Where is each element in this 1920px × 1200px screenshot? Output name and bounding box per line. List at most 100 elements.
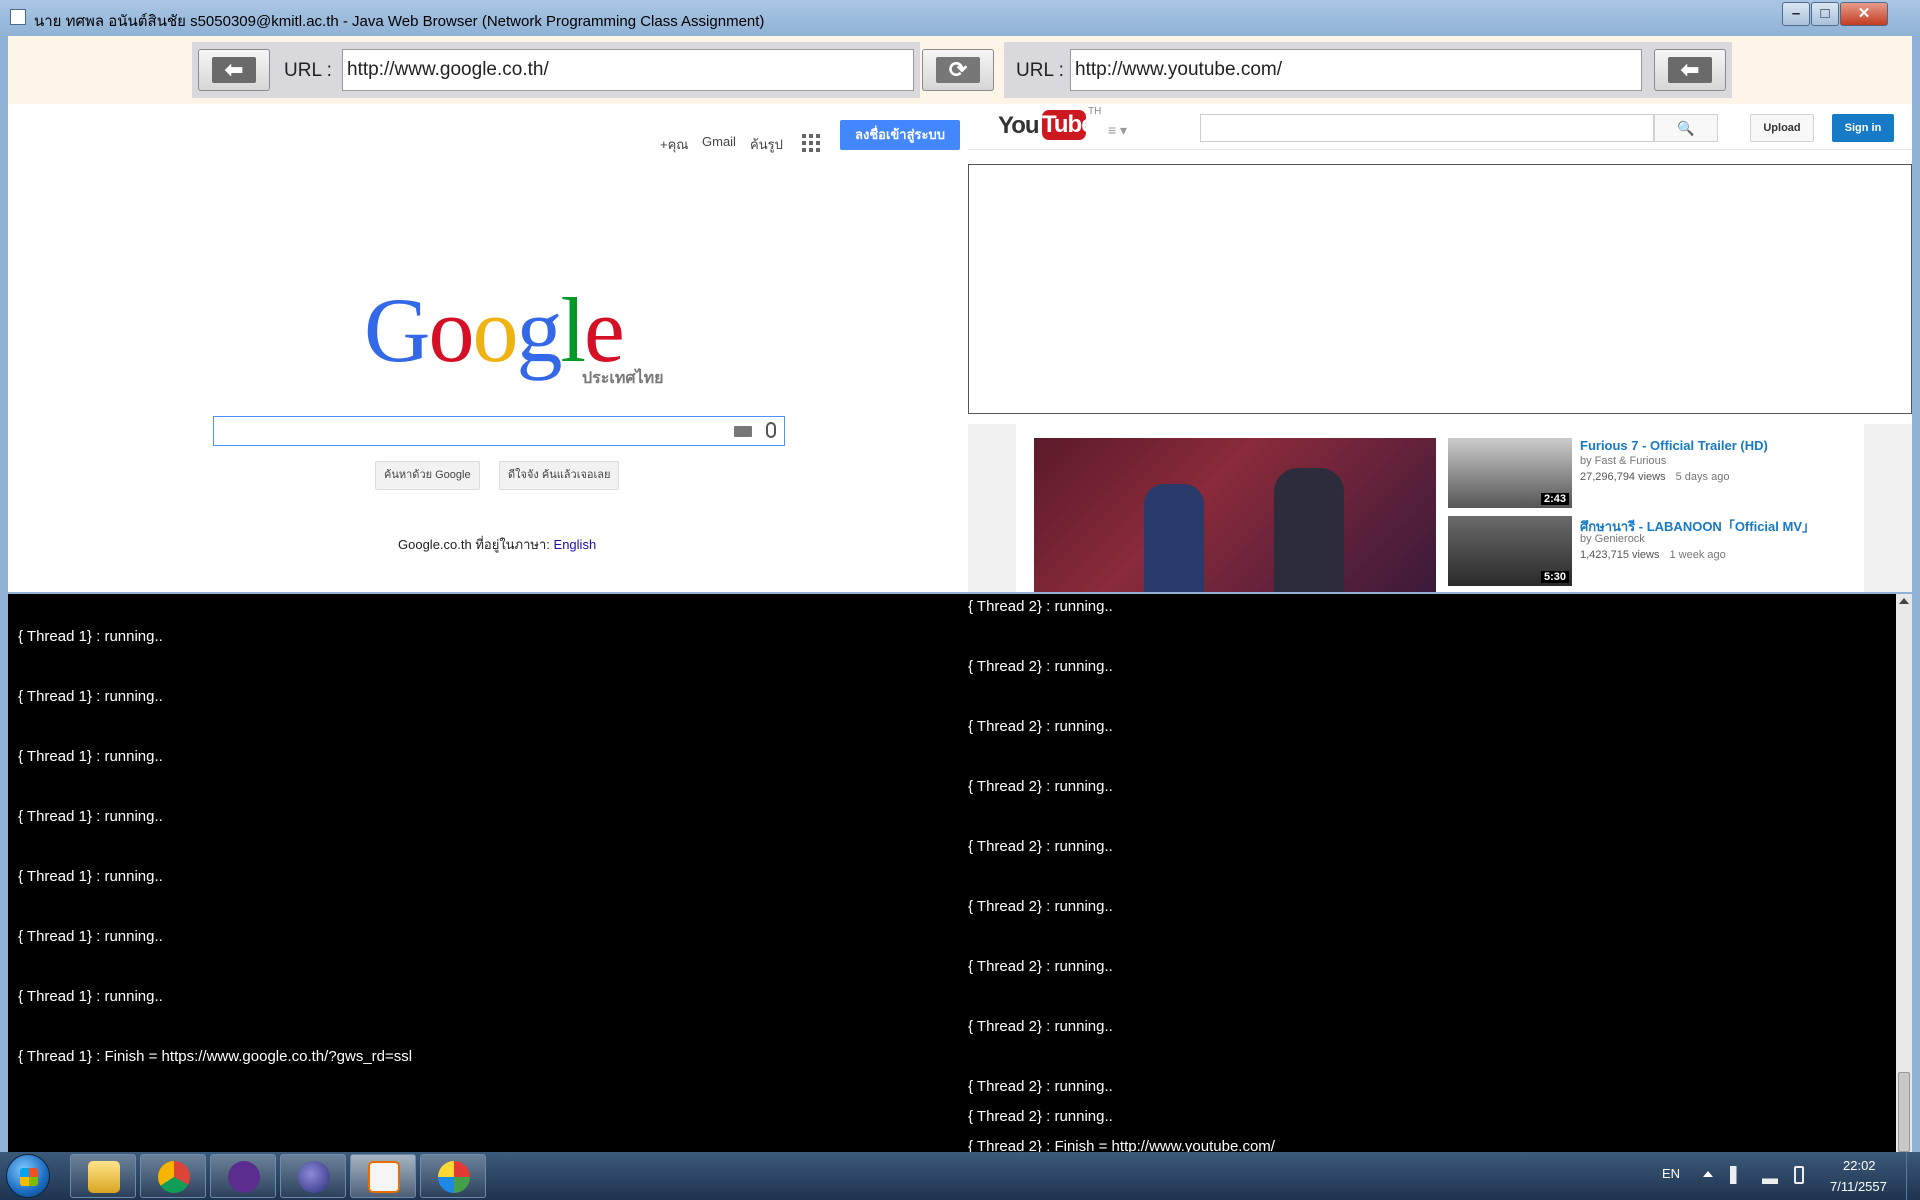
video-meta: 1,423,715 views 1 week ago <box>1580 549 1726 561</box>
thread2-log-line: { Thread 2} : running.. <box>968 658 1113 675</box>
ad-banner <box>968 164 1912 414</box>
java-icon <box>368 1161 400 1193</box>
taskbar-github[interactable] <box>210 1154 276 1198</box>
left-url-label: URL : <box>284 60 332 81</box>
refresh-icon: ⟳ <box>936 57 980 83</box>
youtube-signin-button[interactable]: Sign in <box>1832 114 1894 142</box>
video-channel[interactable]: by Fast & Furious <box>1580 455 1666 467</box>
thread2-log-line: { Thread 2} : running.. <box>968 838 1113 855</box>
thread1-log-line: { Thread 1} : running.. <box>18 628 163 645</box>
right-nav-group: URL : ⬅ <box>1004 42 1732 98</box>
thread1-log-line: { Thread 1} : Finish = https://www.googl… <box>18 1048 413 1065</box>
featured-video-thumbnail[interactable] <box>1034 438 1436 592</box>
chrome-icon <box>158 1161 190 1193</box>
guide-menu-icon[interactable]: ≡ ▾ <box>1108 122 1127 139</box>
thread2-log-line: { Thread 2} : running.. <box>968 718 1113 735</box>
thread2-log-line: { Thread 2} : running.. <box>968 958 1113 975</box>
right-back-button[interactable]: ⬅ <box>1654 49 1726 91</box>
github-icon <box>228 1161 260 1193</box>
video-views: 1,423,715 views <box>1580 549 1660 561</box>
thread1-log-line: { Thread 1} : running.. <box>18 748 163 765</box>
thread2-log-line: { Thread 2} : running.. <box>968 598 1113 615</box>
left-back-button[interactable]: ⬅ <box>198 49 270 91</box>
refresh-button[interactable]: ⟳ <box>922 49 994 91</box>
google-plus-link[interactable]: +คุณ <box>660 134 688 155</box>
microphone-icon[interactable] <box>766 422 776 438</box>
youtube-page-pane: You Tube TH ≡ ▾ 🔍 Upload Sign in 2:43 Fu… <box>968 104 1912 592</box>
thread2-log-line: { Thread 2} : running.. <box>968 1108 1113 1125</box>
google-search-input[interactable] <box>213 416 785 446</box>
taskbar-java[interactable] <box>350 1154 416 1198</box>
thread2-log-line: { Thread 2} : running.. <box>968 1078 1113 1095</box>
video-channel[interactable]: by Genierock <box>1580 533 1645 545</box>
google-logo-letter: G <box>364 279 430 381</box>
start-button[interactable] <box>6 1154 50 1198</box>
battery-icon[interactable] <box>1794 1166 1804 1184</box>
scroll-thumb[interactable] <box>1898 1072 1910 1152</box>
video-age: 5 days ago <box>1675 471 1730 483</box>
toolbar: ⬅ URL : ⟳ URL : ⬅ <box>8 36 1912 104</box>
youtube-search-input[interactable] <box>1200 114 1654 142</box>
title-bar[interactable]: นาย ทศพล อนันต์สินชัย s5050309@kmitl.ac.… <box>0 0 1920 36</box>
region-label: TH <box>1088 106 1102 117</box>
network-icon[interactable] <box>1762 1166 1778 1184</box>
show-desktop-button[interactable] <box>1906 1152 1920 1200</box>
maximize-button[interactable]: □ <box>1811 2 1839 26</box>
input-language[interactable]: EN <box>1662 1166 1680 1181</box>
scroll-up-arrow-icon[interactable] <box>1899 598 1909 604</box>
right-url-input[interactable] <box>1070 49 1642 91</box>
video-title-link[interactable]: Furious 7 - Official Trailer (HD) <box>1580 438 1768 453</box>
video-list-item[interactable]: 5:30 ศึกษานารี - LABANOON「Official MV」 b… <box>1448 516 1868 586</box>
thread1-log-line: { Thread 1} : running.. <box>18 928 163 945</box>
google-search-button[interactable]: ค้นหาด้วย Google <box>375 461 480 490</box>
singer-figure <box>1144 484 1204 592</box>
video-duration: 2:43 <box>1540 493 1569 505</box>
im-feeling-lucky-button[interactable]: ดีใจจัง ค้นแล้วเจอเลย <box>499 461 620 490</box>
thread2-log-line: { Thread 2} : running.. <box>968 1018 1113 1035</box>
keyboard-icon[interactable] <box>734 426 752 437</box>
taskbar-explorer[interactable] <box>70 1154 136 1198</box>
right-url-label: URL : <box>1016 60 1064 81</box>
taskbar-eclipse[interactable] <box>280 1154 346 1198</box>
browser-window: นาย ทศพล อนันต์สินชัย s5050309@kmitl.ac.… <box>0 0 1920 1152</box>
volume-icon[interactable] <box>1730 1166 1746 1184</box>
close-button[interactable]: ✕ <box>1840 2 1888 26</box>
thread2-log-line: { Thread 2} : running.. <box>968 778 1113 795</box>
clock-date[interactable]: 7/11/2557 <box>1830 1179 1887 1194</box>
images-link[interactable]: ค้นรูป <box>750 134 783 155</box>
google-logo-letter: g <box>516 279 562 381</box>
thread1-log-line: { Thread 1} : running.. <box>18 988 163 1005</box>
video-thumbnail[interactable]: 2:43 <box>1448 438 1572 508</box>
minimize-button[interactable]: – <box>1782 2 1810 26</box>
english-link[interactable]: English <box>554 537 597 552</box>
video-list-item[interactable]: 2:43 Furious 7 - Official Trailer (HD) b… <box>1448 438 1868 508</box>
search-icon[interactable]: 🔍 <box>1654 114 1718 142</box>
left-nav-group: ⬅ URL : <box>192 42 920 98</box>
language-offer-text: Google.co.th ที่อยู่ในภาษา: <box>398 537 550 552</box>
video-thumbnail[interactable]: 5:30 <box>1448 516 1572 586</box>
left-url-input[interactable] <box>342 49 914 91</box>
google-page-pane: +คุณ Gmail ค้นรูป ลงชื่อเข้าสู่ระบบ Goog… <box>8 104 968 592</box>
taskbar-chrome[interactable] <box>140 1154 206 1198</box>
client-area: ⬅ URL : ⟳ URL : ⬅ +คุณ Gmail ค้นรูป ลงชื… <box>8 36 1912 1152</box>
log-scrollbar[interactable] <box>1896 594 1912 1152</box>
google-logo-letter: o <box>428 279 474 381</box>
taskbar-paint[interactable] <box>420 1154 486 1198</box>
thread-log-console[interactable]: { Thread 1} : running.. { Thread 1} : run… <box>8 592 1912 1152</box>
thread2-log-line: { Thread 2} : Finish = http://www.youtub… <box>968 1138 1275 1152</box>
google-signin-button[interactable]: ลงชื่อเข้าสู่ระบบ <box>840 120 960 150</box>
gmail-link[interactable]: Gmail <box>702 134 736 149</box>
window-title: นาย ทศพล อนันต์สินชัย s5050309@kmitl.ac.… <box>34 13 765 30</box>
paint-icon <box>438 1161 470 1193</box>
upload-button[interactable]: Upload <box>1750 114 1814 142</box>
java-app-icon <box>10 9 26 25</box>
show-hidden-icons-icon[interactable] <box>1703 1171 1713 1177</box>
thread1-log-line: { Thread 1} : running.. <box>18 688 163 705</box>
apps-grid-icon[interactable] <box>802 134 820 152</box>
video-feed: 2:43 Furious 7 - Official Trailer (HD) b… <box>1016 424 1864 592</box>
clock-time[interactable]: 22:02 <box>1843 1158 1876 1173</box>
youtube-logo-tube[interactable]: Tube <box>1042 110 1095 140</box>
youtube-logo[interactable]: You <box>998 112 1040 140</box>
taskbar: EN 22:02 7/11/2557 <box>0 1152 1920 1200</box>
google-logo: Google <box>364 284 625 376</box>
